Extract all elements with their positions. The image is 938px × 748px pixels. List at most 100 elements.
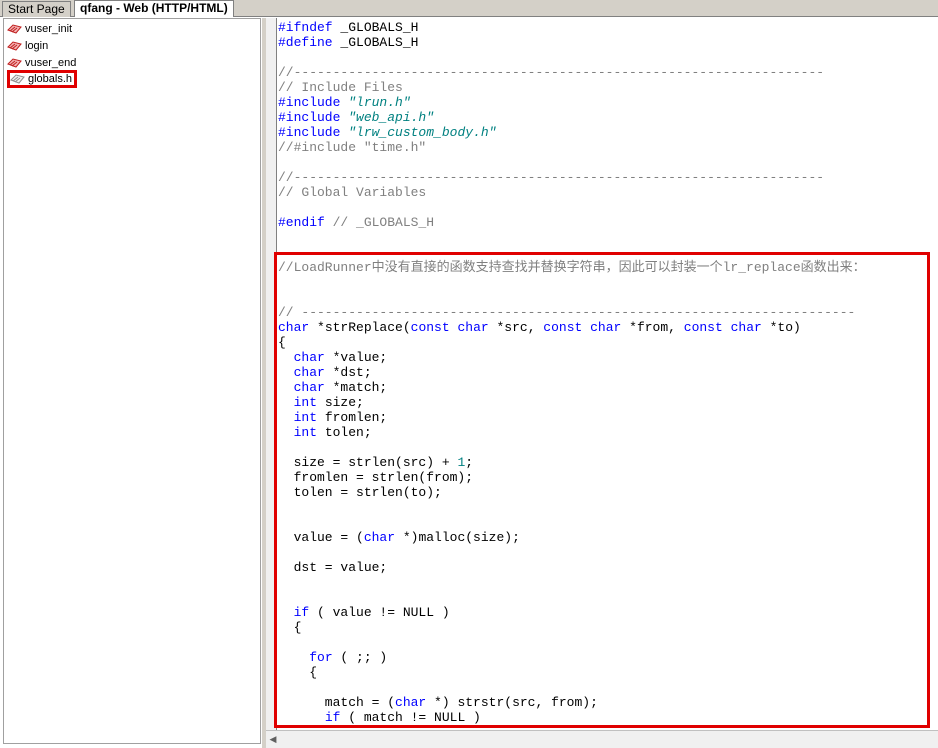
code-line[interactable]: size = strlen(src) + 1; (278, 455, 473, 470)
code-token: _GLOBALS_H (332, 20, 419, 35)
code-area[interactable]: #ifndef _GLOBALS_H #define _GLOBALS_H //--… (278, 18, 938, 748)
code-token: match = ( (278, 695, 396, 710)
code-token: ( ;; ) (332, 650, 388, 665)
code-token: char (363, 530, 396, 545)
code-token: //--------------------------------------… (278, 170, 825, 185)
code-line[interactable]: { (278, 665, 317, 680)
script-action-icon (7, 23, 22, 35)
code-line[interactable]: //--------------------------------------… (278, 65, 824, 80)
code-editor[interactable]: #ifndef _GLOBALS_H #define _GLOBALS_H //--… (266, 18, 938, 748)
code-line[interactable]: value = (char *)malloc(size); (278, 530, 520, 545)
code-token: *to) (761, 320, 801, 335)
code-token: char (278, 320, 310, 335)
code-token: int (293, 410, 318, 425)
header-file-icon (10, 73, 25, 85)
code-token: // Include Files (278, 80, 403, 95)
code-line[interactable]: if ( match != NULL ) (278, 710, 481, 725)
code-token: if (324, 710, 341, 725)
code-line[interactable]: //--------------------------------------… (278, 170, 824, 185)
code-line[interactable]: dst = value; (278, 560, 388, 575)
tab-start-page[interactable]: Start Page (2, 1, 71, 17)
code-line[interactable]: match = (char *) strstr(src, from); (278, 695, 598, 710)
code-line[interactable]: if ( value != NULL ) (278, 605, 450, 620)
code-token: "web_api.h" (340, 110, 435, 125)
code-line[interactable]: int fromlen; (278, 410, 388, 425)
code-token: ; (465, 455, 474, 470)
code-token: const (683, 320, 723, 335)
code-token: tolen; (317, 425, 372, 440)
code-line[interactable]: tolen = strlen(to); (278, 485, 442, 500)
code-line[interactable]: #define _GLOBALS_H (278, 35, 418, 50)
code-token: for (309, 650, 333, 665)
code-token: char (293, 365, 325, 380)
code-line[interactable]: char *strReplace(const char *src, const … (278, 320, 801, 335)
code-line[interactable]: // Global Variables (278, 185, 426, 200)
code-line[interactable]: #include "web_api.h" (278, 110, 434, 125)
code-line[interactable]: { (278, 620, 302, 635)
code-line[interactable]: int size; (278, 395, 364, 410)
code-token: { (278, 335, 286, 350)
code-token: #include (278, 110, 341, 125)
code-token: int (293, 425, 318, 440)
code-token: ( value != NULL ) (309, 605, 450, 620)
code-line[interactable]: #include "lrun.h" (278, 95, 411, 110)
code-token: // -------------------------------------… (278, 305, 856, 320)
tree-item-label: login (25, 40, 49, 52)
code-token: char (293, 350, 325, 365)
tree-item-login[interactable]: login (7, 38, 48, 54)
code-token: *dst; (324, 365, 372, 380)
code-token: fromlen = strlen(from); (278, 470, 474, 485)
code-token: _GLOBALS_H (332, 35, 419, 50)
horizontal-scrollbar[interactable]: ◀ (266, 730, 938, 748)
code-token: const (410, 320, 450, 335)
code-token: value = ( (278, 530, 364, 545)
code-line[interactable]: // -------------------------------------… (278, 305, 855, 320)
scroll-left-icon[interactable]: ◀ (268, 734, 278, 744)
code-token: *match; (324, 380, 388, 395)
script-action-icon (7, 40, 22, 52)
tree-item-vuser-end[interactable]: vuser_end (7, 55, 76, 71)
code-line[interactable]: char *value; (278, 350, 388, 365)
code-line[interactable]: char *dst; (278, 365, 372, 380)
code-line[interactable]: for ( ;; ) (278, 650, 387, 665)
tree-item-vuser-init[interactable]: vuser_init (7, 21, 72, 37)
code-token: size; (317, 395, 364, 410)
code-token: { (278, 665, 318, 680)
tab-qfang-web[interactable]: qfang - Web (HTTP/HTML) (74, 0, 234, 17)
code-token: *strReplace( (309, 320, 411, 335)
code-token: #include (278, 95, 341, 110)
code-token: "lrw_custom_body.h" (340, 125, 497, 140)
code-token: *) strstr(src, from); (426, 695, 598, 710)
code-token: dst = value; (278, 560, 388, 575)
script-action-icon (7, 57, 22, 69)
code-token: //#include "time.h" (278, 140, 427, 155)
script-tree-pane: vuser_init login vuser_end globals.h (3, 18, 261, 744)
tree-item-label: vuser_init (25, 23, 73, 35)
code-line[interactable]: #include "lrw_custom_body.h" (278, 125, 496, 140)
code-line[interactable]: char *match; (278, 380, 388, 395)
code-token: tolen = strlen(to); (278, 485, 442, 500)
code-line[interactable]: // Include Files (278, 80, 403, 95)
tree-item-globals-h[interactable]: globals.h (7, 70, 78, 88)
code-token: { (278, 620, 302, 635)
code-line[interactable]: #ifndef _GLOBALS_H (278, 20, 418, 35)
code-token: *)malloc(size); (395, 530, 520, 545)
code-token: char (395, 695, 427, 710)
code-line[interactable]: //LoadRunner中没有直接的函数支持查找并替换字符串，因此可以封装一个l… (278, 260, 866, 275)
code-line[interactable]: int tolen; (278, 425, 372, 440)
code-line[interactable]: fromlen = strlen(from); (278, 470, 473, 485)
code-line[interactable]: //#include "time.h" (278, 140, 426, 155)
code-token: const (543, 320, 583, 335)
code-line[interactable]: { (278, 335, 286, 350)
code-line[interactable]: #endif // _GLOBALS_H (278, 215, 434, 230)
document-tab-bar: Start Page qfang - Web (HTTP/HTML) (0, 0, 938, 17)
editor-gutter (266, 18, 277, 748)
